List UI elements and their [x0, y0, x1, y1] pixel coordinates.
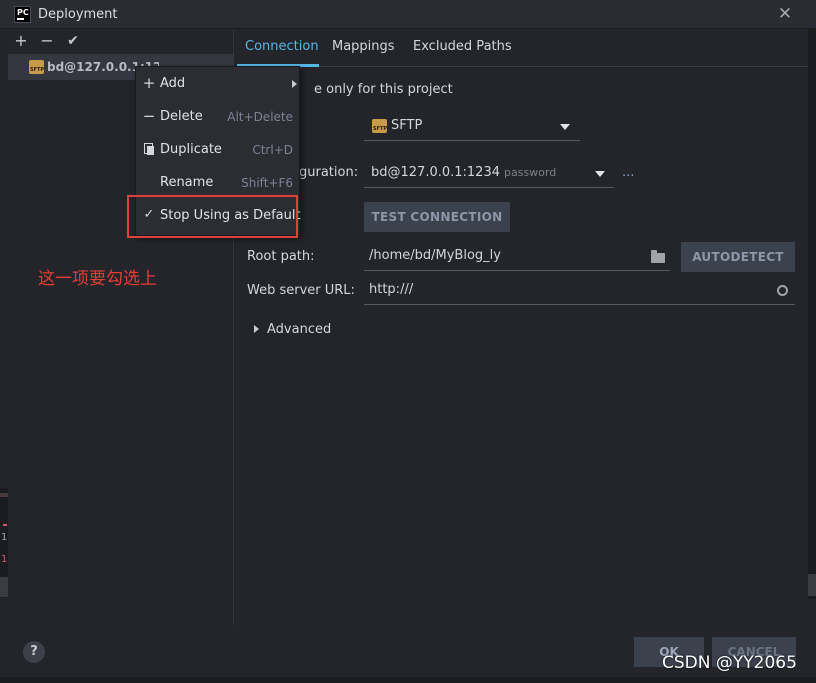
globe-icon[interactable]	[777, 285, 788, 296]
minus-icon: −	[142, 107, 156, 125]
tab-connection[interactable]: Connection	[245, 39, 319, 54]
settings-tabs: Connection Mappings Excluded Paths	[235, 29, 808, 67]
background-editor-edge	[808, 29, 816, 599]
connection-type-value: SFTP	[391, 118, 423, 133]
folder-icon[interactable]	[651, 250, 665, 263]
duplicate-icon	[144, 143, 154, 155]
apply-check-button[interactable]: ✔	[63, 31, 83, 51]
ssh-configuration-select[interactable]: bd@127.0.0.1:1234 password	[364, 158, 614, 188]
expand-advanced-icon[interactable]	[254, 325, 259, 333]
window-bottom-edge	[0, 677, 816, 683]
annotation-note: 这一项要勾选上	[38, 269, 157, 289]
root-path-input[interactable]: /home/bd/MyBlog_ly	[364, 241, 670, 271]
menu-item-delete[interactable]: − Delete Alt+Delete	[136, 104, 299, 130]
close-icon[interactable]: ✕	[776, 4, 794, 24]
menu-item-rename[interactable]: Rename Shift+F6	[136, 170, 299, 196]
menu-item-duplicate[interactable]: Duplicate Ctrl+D	[136, 137, 299, 163]
tab-excluded-paths[interactable]: Excluded Paths	[413, 39, 512, 54]
connection-type-select[interactable]: SFTP SFTP	[364, 111, 580, 141]
autodetect-button[interactable]: AUTODETECT	[681, 242, 795, 272]
edge-line-number: 1	[1, 554, 8, 565]
test-connection-button[interactable]: TEST CONNECTION	[364, 202, 510, 232]
web-server-url-label: Web server URL:	[247, 283, 355, 298]
chevron-down-icon	[595, 171, 605, 177]
help-button[interactable]: ?	[23, 641, 45, 663]
annotation-highlight-box	[127, 195, 298, 238]
ssh-config-more-button[interactable]: ...	[622, 165, 634, 180]
background-editor-edge: 1 1	[0, 488, 8, 598]
ssh-auth-hint: password	[504, 166, 557, 179]
sftp-server-icon: SFTP	[29, 60, 44, 74]
pycharm-logo-icon: PC	[14, 6, 31, 23]
submenu-arrow-icon	[292, 80, 297, 88]
menu-item-label: Add	[160, 76, 186, 91]
menu-item-shortcut: Shift+F6	[241, 176, 293, 190]
web-server-url-value: http:///	[369, 282, 414, 297]
watermark: CSDN @YY2065	[662, 653, 797, 673]
sftp-type-icon: SFTP	[372, 119, 387, 133]
menu-item-label: Rename	[160, 175, 214, 190]
web-server-url-input[interactable]: http:///	[364, 275, 795, 305]
plus-icon: +	[142, 74, 156, 92]
remove-server-button[interactable]: −	[37, 31, 57, 51]
tab-mappings[interactable]: Mappings	[332, 39, 395, 54]
add-server-button[interactable]: +	[11, 31, 31, 51]
edge-line-number: 1	[1, 532, 8, 543]
window-title: Deployment	[38, 7, 118, 22]
deployment-dialog: PC Deployment ✕ + − ✔ SFTP bd@127.0.0.1:…	[0, 0, 816, 683]
chevron-down-icon	[560, 124, 570, 130]
ssh-configuration-value: bd@127.0.0.1:1234 password	[371, 165, 557, 180]
ssh-configuration-label: guration:	[299, 165, 359, 180]
menu-item-label: Duplicate	[160, 142, 222, 157]
root-path-value: /home/bd/MyBlog_ly	[369, 248, 501, 263]
menu-item-shortcut: Alt+Delete	[227, 110, 293, 124]
menu-item-shortcut: Ctrl+D	[252, 143, 293, 157]
title-bar: PC Deployment ✕	[0, 0, 816, 29]
menu-item-label: Delete	[160, 109, 203, 124]
visible-only-checkbox-label[interactable]: e only for this project	[314, 82, 453, 97]
menu-item-add[interactable]: + Add	[136, 71, 299, 97]
advanced-section-toggle[interactable]: Advanced	[267, 322, 331, 337]
root-path-label: Root path:	[247, 249, 315, 264]
